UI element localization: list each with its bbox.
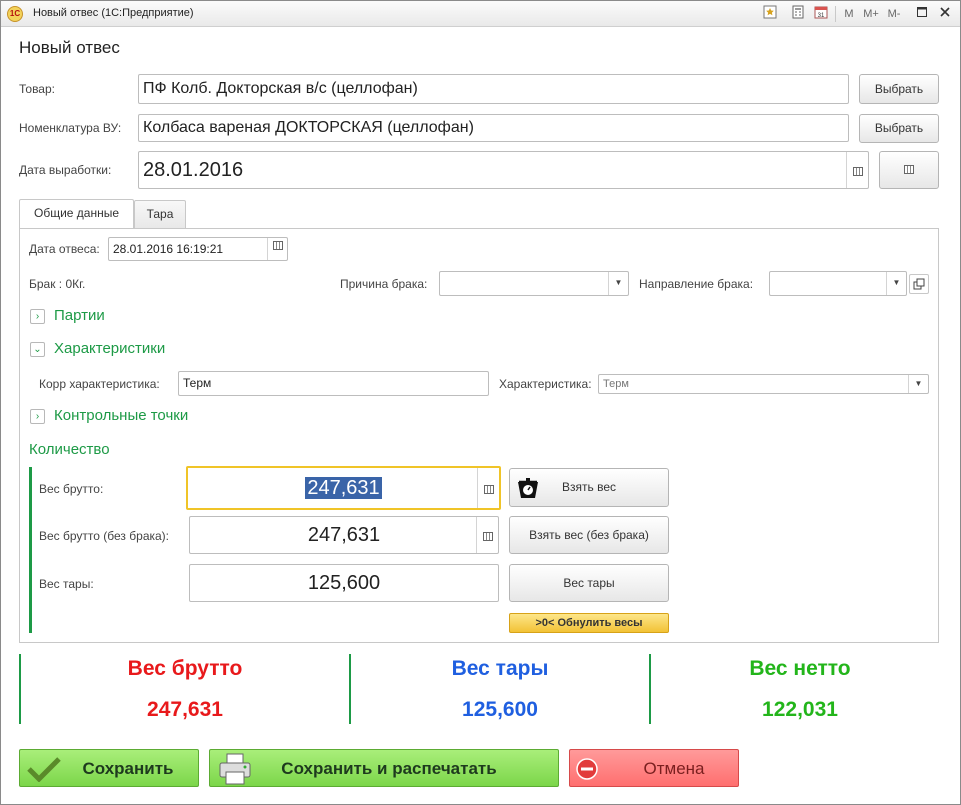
corr-characteristic-field[interactable]: Терм: [178, 371, 489, 396]
toolbar-separator: [835, 6, 836, 22]
checkmark-icon: [27, 757, 61, 782]
group-quantity: Количество: [29, 441, 110, 458]
gross-nodefect-label: Вес брутто (без брака):: [39, 529, 170, 543]
product-field[interactable]: ПФ Колб. Докторская в/с (целлофан): [138, 74, 849, 104]
expand-control-points-icon[interactable]: ›: [30, 409, 45, 424]
calendar-button[interactable]: [879, 151, 939, 189]
save-print-button[interactable]: Сохранить и распечатать: [209, 749, 559, 787]
scale-icon: [518, 478, 538, 498]
defect-direction-label: Направление брака:: [639, 277, 754, 291]
summary-net-title: Вес нетто: [749, 657, 851, 680]
gross-weight-field[interactable]: 247,631: [186, 466, 501, 510]
gross-weight-value: 247,631: [305, 477, 382, 499]
chevron-down-icon[interactable]: ▼: [608, 272, 628, 295]
expand-batches-icon[interactable]: ›: [30, 309, 45, 324]
summary-gross-title: Вес брутто: [127, 657, 243, 680]
collapse-characteristics-icon[interactable]: ⌄: [30, 342, 45, 357]
memory-plus-button[interactable]: M+: [862, 5, 880, 23]
chevron-down-icon[interactable]: ▼: [908, 375, 928, 393]
quantity-group-bar: [29, 467, 32, 633]
defect-text: Брак : 0Кг.: [29, 277, 86, 291]
production-date-value: 28.01.2016: [143, 159, 244, 181]
date-picker-icon[interactable]: [846, 152, 868, 188]
main-window: 1С Новый отвес (1С:Предприятие) 31 M M+ …: [0, 0, 961, 805]
cancel-button[interactable]: Отмена: [569, 749, 739, 787]
calculator-icon[interactable]: [789, 5, 807, 23]
summary-net-value: 122,031: [762, 698, 838, 721]
gross-nodefect-value: 247,631: [307, 524, 381, 546]
app-logo-icon: 1С: [7, 6, 23, 22]
characteristic-value: Терм: [603, 378, 629, 390]
take-weight-button[interactable]: Взять вес: [509, 468, 669, 507]
cancel-icon: [576, 758, 598, 780]
corr-characteristic-label: Корр характеристика:: [39, 377, 160, 391]
summary-tare-value: 125,600: [462, 698, 538, 721]
group-characteristics[interactable]: Характеристики: [54, 340, 165, 357]
defect-reason-label: Причина брака:: [340, 277, 428, 291]
memory-m-button[interactable]: M: [840, 5, 858, 23]
production-date-label: Дата выработки:: [19, 163, 112, 177]
nomenclature-select-button[interactable]: Выбрать: [859, 114, 939, 143]
printer-icon: [219, 753, 251, 785]
save-label: Сохранить: [82, 759, 174, 778]
tab-tare[interactable]: Тара: [134, 200, 186, 228]
gross-weight-label: Вес брутто:: [39, 482, 104, 496]
window-title: Новый отвес (1С:Предприятие): [33, 7, 194, 19]
group-batches[interactable]: Партии: [54, 307, 105, 324]
reset-scale-button[interactable]: >0< Обнулить весы: [509, 613, 669, 633]
nomenclature-label: Номенклатура ВУ:: [19, 121, 122, 135]
tare-weight-button[interactable]: Вес тары: [509, 564, 669, 602]
calendar-icon: [904, 165, 914, 174]
take-weight-label: Взять вес: [562, 480, 616, 494]
nomenclature-field[interactable]: Колбаса вареная ДОКТОРСКАЯ (целлофан): [138, 114, 849, 142]
chevron-down-icon[interactable]: ▼: [886, 272, 906, 295]
tare-weight-field[interactable]: 125,600: [189, 564, 499, 602]
maximize-button[interactable]: [913, 5, 931, 23]
weigh-date-field[interactable]: 28.01.2016 16:19:21: [108, 237, 288, 261]
weigh-date-picker-icon[interactable]: [267, 238, 287, 260]
tare-weight-label: Вес тары:: [39, 577, 94, 591]
save-button[interactable]: Сохранить: [19, 749, 199, 787]
memory-minus-button[interactable]: M-: [885, 5, 903, 23]
gross-nodefect-field[interactable]: 247,631: [189, 516, 499, 554]
group-control-points[interactable]: Контрольные точки: [54, 407, 188, 424]
production-date-field[interactable]: 28.01.2016: [138, 151, 869, 189]
summary-gross-value: 247,631: [147, 698, 223, 721]
product-label: Товар:: [19, 82, 55, 96]
favorites-icon[interactable]: [761, 5, 779, 23]
defect-reason-select[interactable]: ▼: [439, 271, 629, 296]
weigh-date-value: 28.01.2016 16:19:21: [113, 242, 224, 256]
svg-text:31: 31: [818, 13, 825, 19]
tab-general-data[interactable]: Общие данные: [19, 199, 134, 228]
take-weight-nodefect-button[interactable]: Взять вес (без брака): [509, 516, 669, 554]
cancel-label: Отмена: [643, 759, 705, 778]
characteristic-select[interactable]: Терм ▼: [598, 374, 929, 394]
characteristic-label: Характеристика:: [499, 377, 592, 391]
calculator-icon[interactable]: [477, 468, 499, 508]
form-title: Новый отвес: [19, 38, 120, 57]
open-icon[interactable]: [909, 274, 929, 294]
weigh-date-label: Дата отвеса:: [29, 242, 100, 256]
summary-tare-title: Вес тары: [451, 657, 549, 680]
calendar-icon[interactable]: 31: [812, 5, 830, 23]
defect-direction-select[interactable]: ▼: [769, 271, 907, 296]
calculator-icon[interactable]: [476, 517, 498, 553]
save-print-label: Сохранить и распечатать: [281, 759, 497, 778]
product-select-button[interactable]: Выбрать: [859, 74, 939, 104]
title-bar: 1С Новый отвес (1С:Предприятие) 31 M M+ …: [1, 1, 960, 27]
close-button[interactable]: [936, 5, 954, 23]
